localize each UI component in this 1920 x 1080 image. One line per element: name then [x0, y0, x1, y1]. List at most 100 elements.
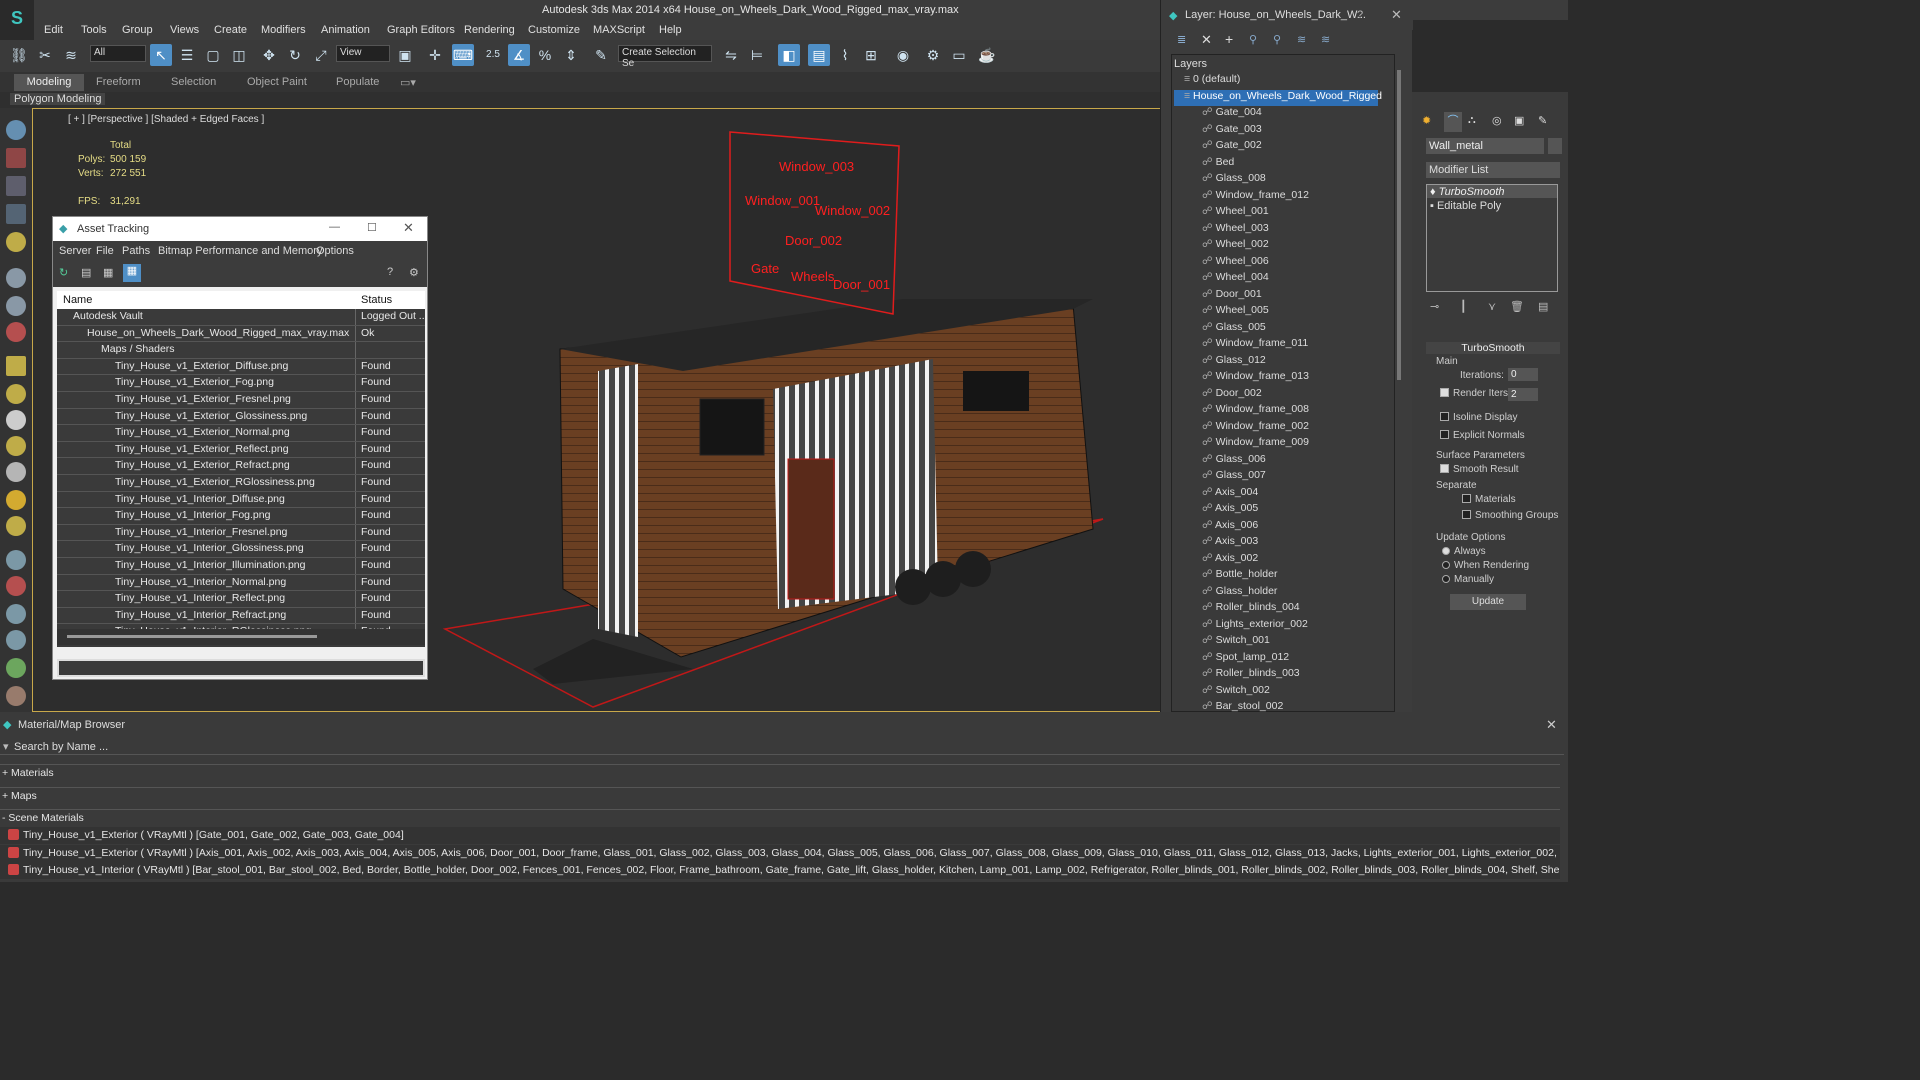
- layer-object-item[interactable]: ☍ Glass_007: [1202, 469, 1412, 486]
- menu-group[interactable]: Group: [122, 24, 153, 36]
- asset-path-field[interactable]: [57, 659, 425, 677]
- layer-object-item[interactable]: ☍ Wheel_003: [1202, 222, 1412, 239]
- scrollbar-thumb[interactable]: [67, 635, 317, 638]
- group-maps[interactable]: + Maps: [0, 787, 1560, 804]
- close-icon[interactable]: ✕: [1546, 717, 1557, 733]
- refresh-icon[interactable]: ↻: [59, 266, 68, 279]
- remove-modifier-icon[interactable]: 🗑: [1510, 300, 1524, 313]
- rig-label-window-002[interactable]: Window_002: [815, 203, 890, 218]
- app-logo-icon[interactable]: S: [0, 0, 34, 40]
- rig-label-door-001[interactable]: Door_001: [833, 277, 890, 292]
- stack-turbosmooth[interactable]: ♦ TurboSmooth: [1427, 185, 1557, 198]
- layer-item[interactable]: ≡ 0 (default): [1184, 73, 1394, 90]
- plane-icon[interactable]: [6, 410, 26, 430]
- menu-animation[interactable]: Animation: [321, 24, 370, 36]
- search-input[interactable]: Search by Name ...: [14, 741, 108, 753]
- layer-object-item[interactable]: ☍ Bottle_holder: [1202, 568, 1412, 585]
- mirror-icon[interactable]: ⇋: [720, 44, 742, 66]
- pin-stack-icon[interactable]: ⊸: [1430, 300, 1439, 313]
- layer-scrollbar[interactable]: [1397, 70, 1401, 380]
- tab-freeform[interactable]: Freeform: [96, 76, 141, 88]
- expand-icon[interactable]: ▪: [1430, 200, 1437, 212]
- menu-graph-editors[interactable]: Graph Editors: [387, 24, 455, 36]
- schematic-view-icon[interactable]: ⊞: [860, 44, 882, 66]
- layer-object-item[interactable]: ☍ Gate_002: [1202, 139, 1412, 156]
- keyboard-shortcut-override-icon[interactable]: ⌨: [452, 44, 474, 66]
- snap-toggle-icon[interactable]: 2.5: [482, 44, 504, 66]
- ribbon-options-icon[interactable]: ▭▾: [400, 76, 416, 89]
- curve-editor-icon[interactable]: ⌇: [834, 44, 856, 66]
- stack-editable-poly[interactable]: ▪ Editable Poly: [1427, 199, 1557, 212]
- scene-material-row[interactable]: Tiny_House_v1_Interior ( VRayMtl ) [Bar_…: [0, 862, 1560, 879]
- scale-icon[interactable]: ⤢: [310, 44, 332, 66]
- reference-coordinate-dropdown[interactable]: View: [336, 45, 390, 62]
- link-icon[interactable]: ⛓: [8, 44, 30, 66]
- particles-icon[interactable]: [6, 322, 26, 342]
- grid-icon[interactable]: [6, 204, 26, 224]
- polygon-modeling-panel[interactable]: Polygon Modeling: [10, 93, 106, 105]
- wireframe-icon[interactable]: [6, 630, 26, 650]
- light-bulb-icon[interactable]: [6, 232, 26, 252]
- rect-selection-icon[interactable]: ▢: [202, 44, 224, 66]
- asset-row[interactable]: Tiny_House_v1_Exterior_RGlossiness.png Fo…: [57, 475, 425, 492]
- layer-object-item[interactable]: ☍ Axis_002: [1202, 552, 1412, 569]
- tab-modeling[interactable]: Modeling: [14, 74, 84, 91]
- asset-row[interactable]: Tiny_House_v1_Interior_Diffuse.png Found: [57, 491, 425, 509]
- asset-row[interactable]: Tiny_House_v1_Exterior_Refract.png Found: [57, 458, 425, 475]
- layer-object-item[interactable]: ☍ Window_frame_013: [1202, 370, 1412, 387]
- table-view-icon[interactable]: ▦: [123, 264, 141, 282]
- manually-radio[interactable]: Manually: [1442, 574, 1494, 585]
- close-icon[interactable]: ✕: [403, 220, 414, 236]
- layer-object-item[interactable]: ☍ Gate_003: [1202, 123, 1412, 140]
- layer-object-item[interactable]: ☍ Door_001: [1202, 288, 1412, 305]
- bones-icon[interactable]: [6, 604, 26, 624]
- named-selection-dropdown[interactable]: Create Selection Se: [618, 45, 712, 69]
- settings-icon[interactable]: ⚙: [409, 266, 419, 279]
- asset-tracking-titlebar[interactable]: ◆ Asset Tracking — ☐ ✕: [53, 217, 427, 241]
- rollout-turbosmooth[interactable]: TurboSmooth: [1426, 342, 1560, 354]
- layer-object-item[interactable]: ☍ Wheel_006: [1202, 255, 1412, 272]
- menu-paths[interactable]: Paths: [122, 245, 150, 257]
- tab-object-paint[interactable]: Object Paint: [247, 76, 307, 88]
- sphere-icon[interactable]: [6, 384, 26, 404]
- viewport-label[interactable]: [ + ] [Perspective ] [Shaded + Edged Fac…: [68, 114, 264, 125]
- layer-object-item[interactable]: ☍ Wheel_005: [1202, 304, 1412, 321]
- show-end-result-icon[interactable]: ┃: [1460, 300, 1467, 313]
- layer-object-item[interactable]: ☍ Wheel_001: [1202, 205, 1412, 222]
- tab-selection[interactable]: Selection: [171, 76, 216, 88]
- spline-icon[interactable]: [6, 550, 26, 570]
- bind-space-warp-icon[interactable]: ≋: [60, 44, 82, 66]
- layer-object-item[interactable]: ☍ Window_frame_012: [1202, 189, 1412, 206]
- foliage-icon[interactable]: [6, 658, 26, 678]
- list-view-icon[interactable]: ▤: [81, 266, 91, 279]
- asset-row[interactable]: Tiny_House_v1_Interior_Reflect.png Found: [57, 591, 425, 608]
- material-editor-icon[interactable]: ◉: [892, 44, 914, 66]
- box-icon[interactable]: [6, 356, 26, 376]
- teapot-icon[interactable]: [6, 120, 26, 140]
- create-tab-icon[interactable]: ✹: [1422, 114, 1431, 127]
- layer-object-item[interactable]: ☍ Glass_holder: [1202, 585, 1412, 602]
- search-dropdown-icon[interactable]: ▾: [3, 740, 9, 753]
- menu-create[interactable]: Create: [214, 24, 247, 36]
- align-icon[interactable]: ⊨: [746, 44, 768, 66]
- bulb-icon[interactable]: ♦: [1430, 186, 1439, 198]
- column-status[interactable]: Status: [361, 294, 392, 306]
- geosphere-icon[interactable]: [6, 516, 26, 536]
- scene-material-row[interactable]: Tiny_House_v1_Exterior ( VRayMtl ) [Axis…: [0, 845, 1560, 862]
- find-layer-icon[interactable]: ⚲: [1273, 33, 1281, 46]
- layer-object-item[interactable]: ☍ Axis_004: [1202, 486, 1412, 503]
- layer-object-item[interactable]: ☍ Glass_006: [1202, 453, 1412, 470]
- rendered-frame-window-icon[interactable]: ▭: [948, 44, 970, 66]
- window-crossing-icon[interactable]: ◫: [228, 44, 250, 66]
- menu-options[interactable]: Options: [316, 245, 354, 257]
- select-in-layer-icon[interactable]: ⚲: [1249, 33, 1257, 46]
- layer-object-item[interactable]: ☍ Window_frame_008: [1202, 403, 1412, 420]
- menu-maxscript[interactable]: MAXScript: [593, 24, 645, 36]
- sun-icon[interactable]: [6, 490, 26, 510]
- edit-named-selection-icon[interactable]: ✎: [590, 44, 612, 66]
- render-production-icon[interactable]: ☕: [976, 44, 998, 66]
- materials-checkbox[interactable]: Materials: [1462, 494, 1516, 505]
- group-scene-materials[interactable]: - Scene Materials: [0, 809, 1560, 826]
- asset-row[interactable]: Tiny_House_v1_Exterior_Reflect.png Found: [57, 441, 425, 459]
- maximize-icon[interactable]: ☐: [367, 221, 377, 234]
